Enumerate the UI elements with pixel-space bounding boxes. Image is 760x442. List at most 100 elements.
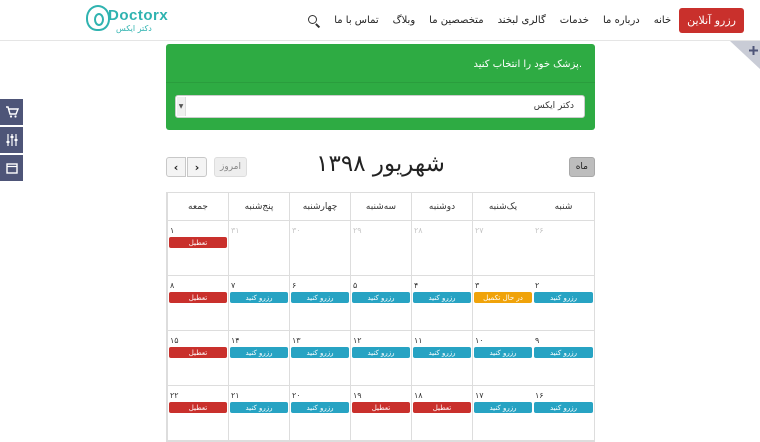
day-number: ۱ xyxy=(170,226,175,235)
reserve-event-button[interactable]: رزرو کنید xyxy=(474,347,532,358)
calendar-day-cell[interactable]: ۲۷ xyxy=(472,221,533,275)
day-number: ۲۱ xyxy=(231,391,240,400)
holiday-event-badge: تعطیل xyxy=(169,292,227,303)
calendar-day-cell[interactable]: ۱۴ رزرو کنید xyxy=(228,331,289,385)
reserve-event-button[interactable]: رزرو کنید xyxy=(534,292,593,303)
weekday-header: چهارشنبه xyxy=(289,193,350,220)
calendar-day-cell[interactable]: ۱۳ رزرو کنید xyxy=(289,331,350,385)
reserve-event-button[interactable]: رزرو کنید xyxy=(230,402,288,413)
calendar-day-cell[interactable]: ۳۱ xyxy=(228,221,289,275)
panel-divider xyxy=(166,82,595,83)
nav-item-services[interactable]: خدمات xyxy=(560,15,589,26)
day-number: ۱۳ xyxy=(292,336,301,345)
calendar-title: شهریور ۱۳۹۸ xyxy=(316,151,445,177)
day-number: ۳۰ xyxy=(292,226,301,235)
calendar-day-cell[interactable]: ۱۷ رزرو کنید xyxy=(472,386,533,440)
calendar-day-cell[interactable]: ۵ رزرو کنید xyxy=(350,276,411,330)
nav-item-specialists[interactable]: متخصصین ما xyxy=(429,15,483,26)
holiday-event-badge: تعطیل xyxy=(413,402,471,413)
day-number: ۲ xyxy=(535,281,540,290)
weekday-header: جمعه xyxy=(167,193,228,220)
day-number: ۵ xyxy=(353,281,358,290)
calendar-day-cell[interactable]: ۱۱ رزرو کنید xyxy=(411,331,472,385)
weekday-header: شنبه xyxy=(554,201,573,212)
calendar-day-cell[interactable]: ۲ رزرو کنید xyxy=(533,276,594,330)
reserve-event-button[interactable]: رزرو کنید xyxy=(413,292,471,303)
nav-item-contact[interactable]: تماس با ما xyxy=(334,15,378,26)
day-number: ۱۹ xyxy=(353,391,362,400)
calendar-day-cell[interactable]: ۱۶ رزرو کنید xyxy=(533,386,594,440)
calendar-day-cell[interactable]: ۷ رزرو کنید xyxy=(228,276,289,330)
doctor-select[interactable]: ▼ دکتر ایکس xyxy=(175,95,585,118)
cart-icon[interactable] xyxy=(0,99,23,125)
day-number: ۴ xyxy=(414,281,419,290)
reserve-event-button[interactable]: رزرو کنید xyxy=(230,292,288,303)
calendar-day-cell[interactable]: ۱ تعطیل xyxy=(167,221,228,275)
nav-item-blog[interactable]: وبلاگ xyxy=(393,15,416,26)
chevron-down-icon: ▼ xyxy=(177,97,186,116)
calendar-day-cell[interactable]: ۲۰ رزرو کنید xyxy=(289,386,350,440)
calendar-week-row: ۱۶ رزرو کنید ۱۷ رزرو کنید ۱۸ تعطیل ۱۹ تعطیل ۲۰ رز… xyxy=(167,386,594,441)
day-number: ۲۰ xyxy=(292,391,301,400)
weekday-header: پنج‌شنبه xyxy=(228,193,289,220)
calendar-day-cell[interactable]: ۲۶ xyxy=(533,221,594,275)
day-number: ۱۴ xyxy=(231,336,240,345)
calendar-day-cell[interactable]: ۸ تعطیل xyxy=(167,276,228,330)
calendar-day-cell[interactable]: ۶ رزرو کنید xyxy=(289,276,350,330)
day-number: ۱۶ xyxy=(535,391,544,400)
day-number: ۸ xyxy=(170,281,175,290)
reserve-event-button[interactable]: رزرو کنید xyxy=(534,402,593,413)
day-number: ۱۷ xyxy=(475,391,484,400)
reserve-event-button[interactable]: رزرو کنید xyxy=(352,347,410,358)
reserve-event-button[interactable]: رزرو کنید xyxy=(291,347,349,358)
reserve-event-button[interactable]: رزرو کنید xyxy=(291,402,349,413)
day-number: ۶ xyxy=(292,281,297,290)
day-number: ۲۲ xyxy=(170,391,179,400)
stethoscope-icon xyxy=(86,5,110,31)
reserve-event-button[interactable]: رزرو کنید xyxy=(413,347,471,358)
doctor-select-panel: پزشک خود را انتخاب کنید. ▼ دکتر ایکس xyxy=(166,44,595,130)
site-logo[interactable]: Doctorx دکتر ایکس xyxy=(86,5,168,35)
reserve-event-button[interactable]: رزرو کنید xyxy=(474,402,532,413)
layers-icon[interactable] xyxy=(0,155,23,181)
calendar-day-cell[interactable]: ۴ رزرو کنید xyxy=(411,276,472,330)
sliders-icon[interactable] xyxy=(0,127,23,153)
calendar-day-cell[interactable]: ۲۹ xyxy=(350,221,411,275)
calendar-day-cell[interactable]: ۳ در حال تکمیل xyxy=(472,276,533,330)
site-header: Doctorx دکتر ایکس رزرو آنلاین خانه دربار… xyxy=(0,0,760,41)
calendar-day-cell[interactable]: ۱۲ رزرو کنید xyxy=(350,331,411,385)
corner-plus-tab[interactable] xyxy=(730,41,760,69)
calendar-week-row: ۹ رزرو کنید ۱۰ رزرو کنید ۱۱ رزرو کنید ۱۲ رزرو ک… xyxy=(167,331,594,386)
calendar-day-cell[interactable]: ۱۰ رزرو کنید xyxy=(472,331,533,385)
day-number: ۲۹ xyxy=(353,226,362,235)
doctor-select-label: پزشک خود را انتخاب کنید. xyxy=(473,59,582,70)
reserve-event-button[interactable]: رزرو کنید xyxy=(230,347,288,358)
day-number: ۱۸ xyxy=(414,391,423,400)
calendar-day-cell[interactable]: ۲۱ رزرو کنید xyxy=(228,386,289,440)
calendar-week-row: ۲۶ ۲۷ ۲۸ ۲۹ ۳۰ ۳۱ ۱ تعطیل xyxy=(167,221,594,276)
nav-item-about[interactable]: درباره ما xyxy=(603,15,640,26)
online-reserve-button[interactable]: رزرو آنلاین xyxy=(679,8,744,33)
reserve-event-button[interactable]: رزرو کنید xyxy=(352,292,410,303)
calendar-day-cell[interactable]: ۳۰ xyxy=(289,221,350,275)
calendar-day-cell[interactable]: ۹ رزرو کنید xyxy=(533,331,594,385)
calendar-day-cell[interactable]: ۱۹ تعطیل xyxy=(350,386,411,440)
calendar-day-cell[interactable]: ۲۸ xyxy=(411,221,472,275)
pending-event-badge: در حال تکمیل xyxy=(474,292,532,303)
calendar-toolbar: ‹ › امروز شهریور ۱۳۹۸ ماه xyxy=(166,150,595,186)
reserve-event-button[interactable]: رزرو کنید xyxy=(291,292,349,303)
calendar-day-cell[interactable]: ۱۵ تعطیل xyxy=(167,331,228,385)
reserve-event-button[interactable]: رزرو کنید xyxy=(534,347,593,358)
day-number: ۲۸ xyxy=(414,226,423,235)
logo-subtitle: دکتر ایکس xyxy=(116,24,152,33)
day-number: ۱۲ xyxy=(353,336,362,345)
day-number: ۳۱ xyxy=(231,226,240,235)
calendar-day-cell[interactable]: ۱۸ تعطیل xyxy=(411,386,472,440)
day-number: ۱۵ xyxy=(170,336,179,345)
calendar-day-cell[interactable]: ۲۲ تعطیل xyxy=(167,386,228,440)
nav-item-smile-gallery[interactable]: گالری لبخند xyxy=(498,15,546,26)
nav-item-home[interactable]: خانه xyxy=(654,15,671,26)
search-icon[interactable] xyxy=(308,14,320,27)
day-number: ۱۰ xyxy=(475,336,484,345)
month-view-button[interactable]: ماه xyxy=(568,157,595,177)
